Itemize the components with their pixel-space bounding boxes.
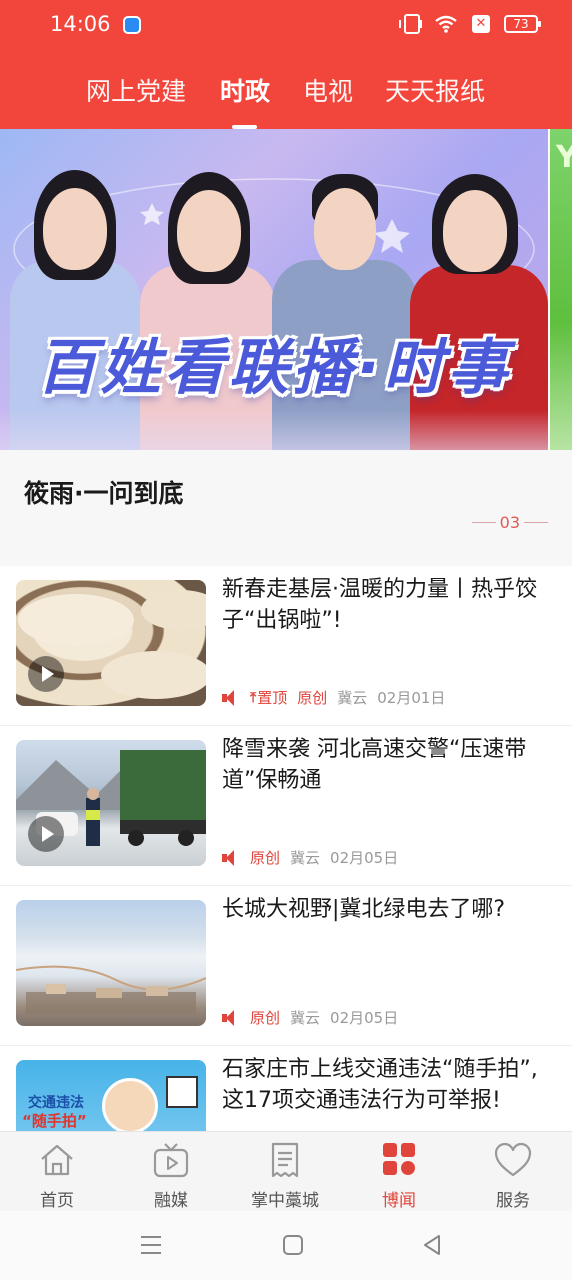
top-tabs: 网上党建 时政 电视 天天报纸 bbox=[0, 72, 572, 112]
pinned-badge: ⤒ 置顶 bbox=[250, 689, 288, 707]
thumbnail-text: 交通违法 bbox=[28, 1095, 84, 1111]
video-play-icon bbox=[28, 816, 64, 852]
tab-tv[interactable]: 电视 bbox=[303, 72, 353, 108]
news-thumbnail bbox=[16, 900, 206, 1026]
banner-footer-fade bbox=[0, 410, 548, 450]
news-date: 02月01日 bbox=[377, 689, 446, 707]
thumbnail-character bbox=[102, 1078, 158, 1131]
news-source: 冀云 bbox=[337, 689, 368, 707]
tv-play-icon bbox=[153, 1143, 189, 1178]
nav-home[interactable]: 首页 bbox=[0, 1132, 114, 1212]
status-icons: ✕ 73 bbox=[399, 14, 541, 34]
news-source: 冀云 bbox=[290, 849, 321, 867]
qr-code-icon bbox=[166, 1076, 198, 1108]
original-tag: 原创 bbox=[297, 689, 328, 707]
original-tag: 原创 bbox=[250, 1009, 281, 1027]
tab-politics[interactable]: 时政 bbox=[220, 72, 270, 108]
back-icon[interactable] bbox=[420, 1233, 444, 1257]
news-meta: ⤒ 置顶 原创 冀云 02月01日 bbox=[222, 687, 445, 708]
news-title: 降雪来袭 河北高速交警“压速带道”保畅通 bbox=[222, 737, 527, 793]
grid-icon bbox=[383, 1143, 415, 1175]
system-navigation-bar bbox=[0, 1211, 572, 1280]
news-thumbnail: 交通违法 “随手拍” bbox=[16, 1060, 206, 1131]
pin-icon: ⤒ bbox=[250, 689, 257, 706]
app-notification-icon bbox=[123, 16, 141, 34]
next-banner-peek[interactable] bbox=[550, 129, 572, 450]
banner-caption-title: 筱雨·一问到底 bbox=[24, 479, 184, 508]
news-item[interactable]: 长城大视野|冀北绿电去了哪? 原创 冀云 02月05日 bbox=[0, 886, 572, 1046]
news-meta: 原创 冀云 02月05日 bbox=[222, 1007, 398, 1028]
app-header: 14:06 ✕ 73 网上党建 时政 电视 天天报纸 bbox=[0, 0, 572, 129]
news-source: 冀云 bbox=[290, 1009, 321, 1027]
news-title: 长城大视野|冀北绿电去了哪? bbox=[222, 897, 506, 922]
status-time: 14:06 bbox=[50, 12, 111, 36]
tab-daily-newspaper[interactable]: 天天报纸 bbox=[385, 72, 485, 108]
no-sim-icon: ✕ bbox=[472, 15, 490, 33]
document-icon bbox=[271, 1142, 299, 1178]
nav-service[interactable]: 服务 bbox=[456, 1132, 570, 1212]
carousel-banner[interactable]: 百姓看联播·时事 bbox=[0, 129, 548, 450]
home-icon bbox=[41, 1144, 73, 1176]
menu-icon[interactable] bbox=[139, 1233, 163, 1257]
battery-icon: 73 bbox=[504, 15, 541, 33]
home-square-icon[interactable] bbox=[281, 1233, 305, 1257]
news-thumbnail bbox=[16, 580, 206, 706]
thumbnail-text: “随手拍” bbox=[22, 1112, 87, 1130]
video-play-icon bbox=[28, 656, 64, 692]
next-banner-peek-text: Y bbox=[556, 140, 572, 175]
news-date: 02月05日 bbox=[330, 849, 399, 867]
status-bar: 14:06 ✕ 73 bbox=[0, 0, 572, 54]
news-item[interactable]: 新春走基层·温暖的力量丨热乎饺子“出锅啦”! ⤒ 置顶 原创 冀云 02月01日 bbox=[0, 566, 572, 726]
news-item[interactable]: 交通违法 “随手拍” 石家庄市上线交通违法“随手拍”,这17项交通违法行为可举报… bbox=[0, 1046, 572, 1131]
news-meta: 原创 冀云 02月05日 bbox=[222, 847, 398, 868]
wifi-icon bbox=[435, 15, 457, 33]
bottom-navigation: 首页 融媒 掌中藁城 博闻 服务 bbox=[0, 1131, 572, 1211]
tab-party-building[interactable]: 网上党建 bbox=[86, 72, 186, 108]
news-thumbnail bbox=[16, 740, 206, 866]
speaker-icon[interactable] bbox=[222, 849, 240, 866]
news-item[interactable]: 降雪来袭 河北高速交警“压速带道”保畅通 原创 冀云 02月05日 bbox=[0, 726, 572, 886]
speaker-icon[interactable] bbox=[222, 689, 240, 706]
original-tag: 原创 bbox=[250, 849, 281, 867]
speaker-icon[interactable] bbox=[222, 1009, 240, 1026]
nav-gaocheng[interactable]: 掌中藁城 bbox=[228, 1132, 342, 1212]
nav-bowen[interactable]: 博闻 bbox=[342, 1132, 456, 1212]
banner-title: 百姓看联播·时事 bbox=[36, 333, 512, 403]
banner-page-number: 03 bbox=[499, 513, 520, 532]
news-title: 石家庄市上线交通违法“随手拍”,这17项交通违法行为可举报! bbox=[222, 1057, 538, 1113]
news-date: 02月05日 bbox=[330, 1009, 399, 1027]
banner-caption[interactable]: 筱雨·一问到底 03 bbox=[0, 450, 572, 566]
news-title: 新春走基层·温暖的力量丨热乎饺子“出锅啦”! bbox=[222, 577, 537, 633]
banner-pager: 03 bbox=[471, 513, 548, 532]
nav-media[interactable]: 融媒 bbox=[114, 1132, 228, 1212]
heart-icon bbox=[494, 1142, 532, 1177]
vibrate-icon bbox=[399, 14, 422, 34]
